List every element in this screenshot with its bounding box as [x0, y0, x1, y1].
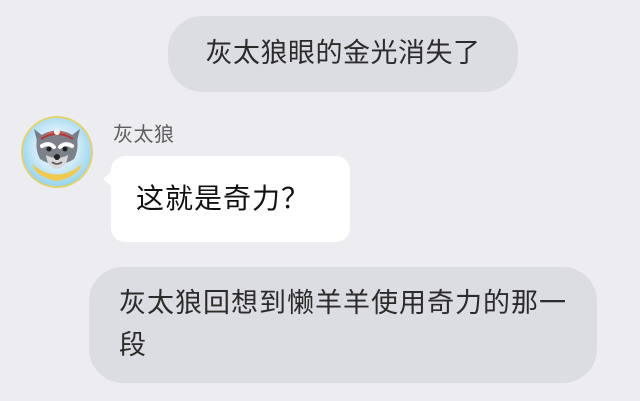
sender-name: 灰太狼	[113, 122, 175, 146]
system-message-bottom: 灰太狼回想到懒羊羊使用奇力的那一段	[89, 267, 597, 383]
chat-message-bubble[interactable]: 这就是奇力？	[111, 156, 350, 242]
system-message-top: 灰太狼眼的金光消失了	[168, 16, 518, 92]
chat-window: 灰太狼眼的金光消失了 灰太狼 这就是奇力？ 灰太狼回想到懒羊羊使用奇力的那一段	[0, 0, 640, 401]
gray-wolf-avatar-icon[interactable]	[20, 115, 94, 189]
